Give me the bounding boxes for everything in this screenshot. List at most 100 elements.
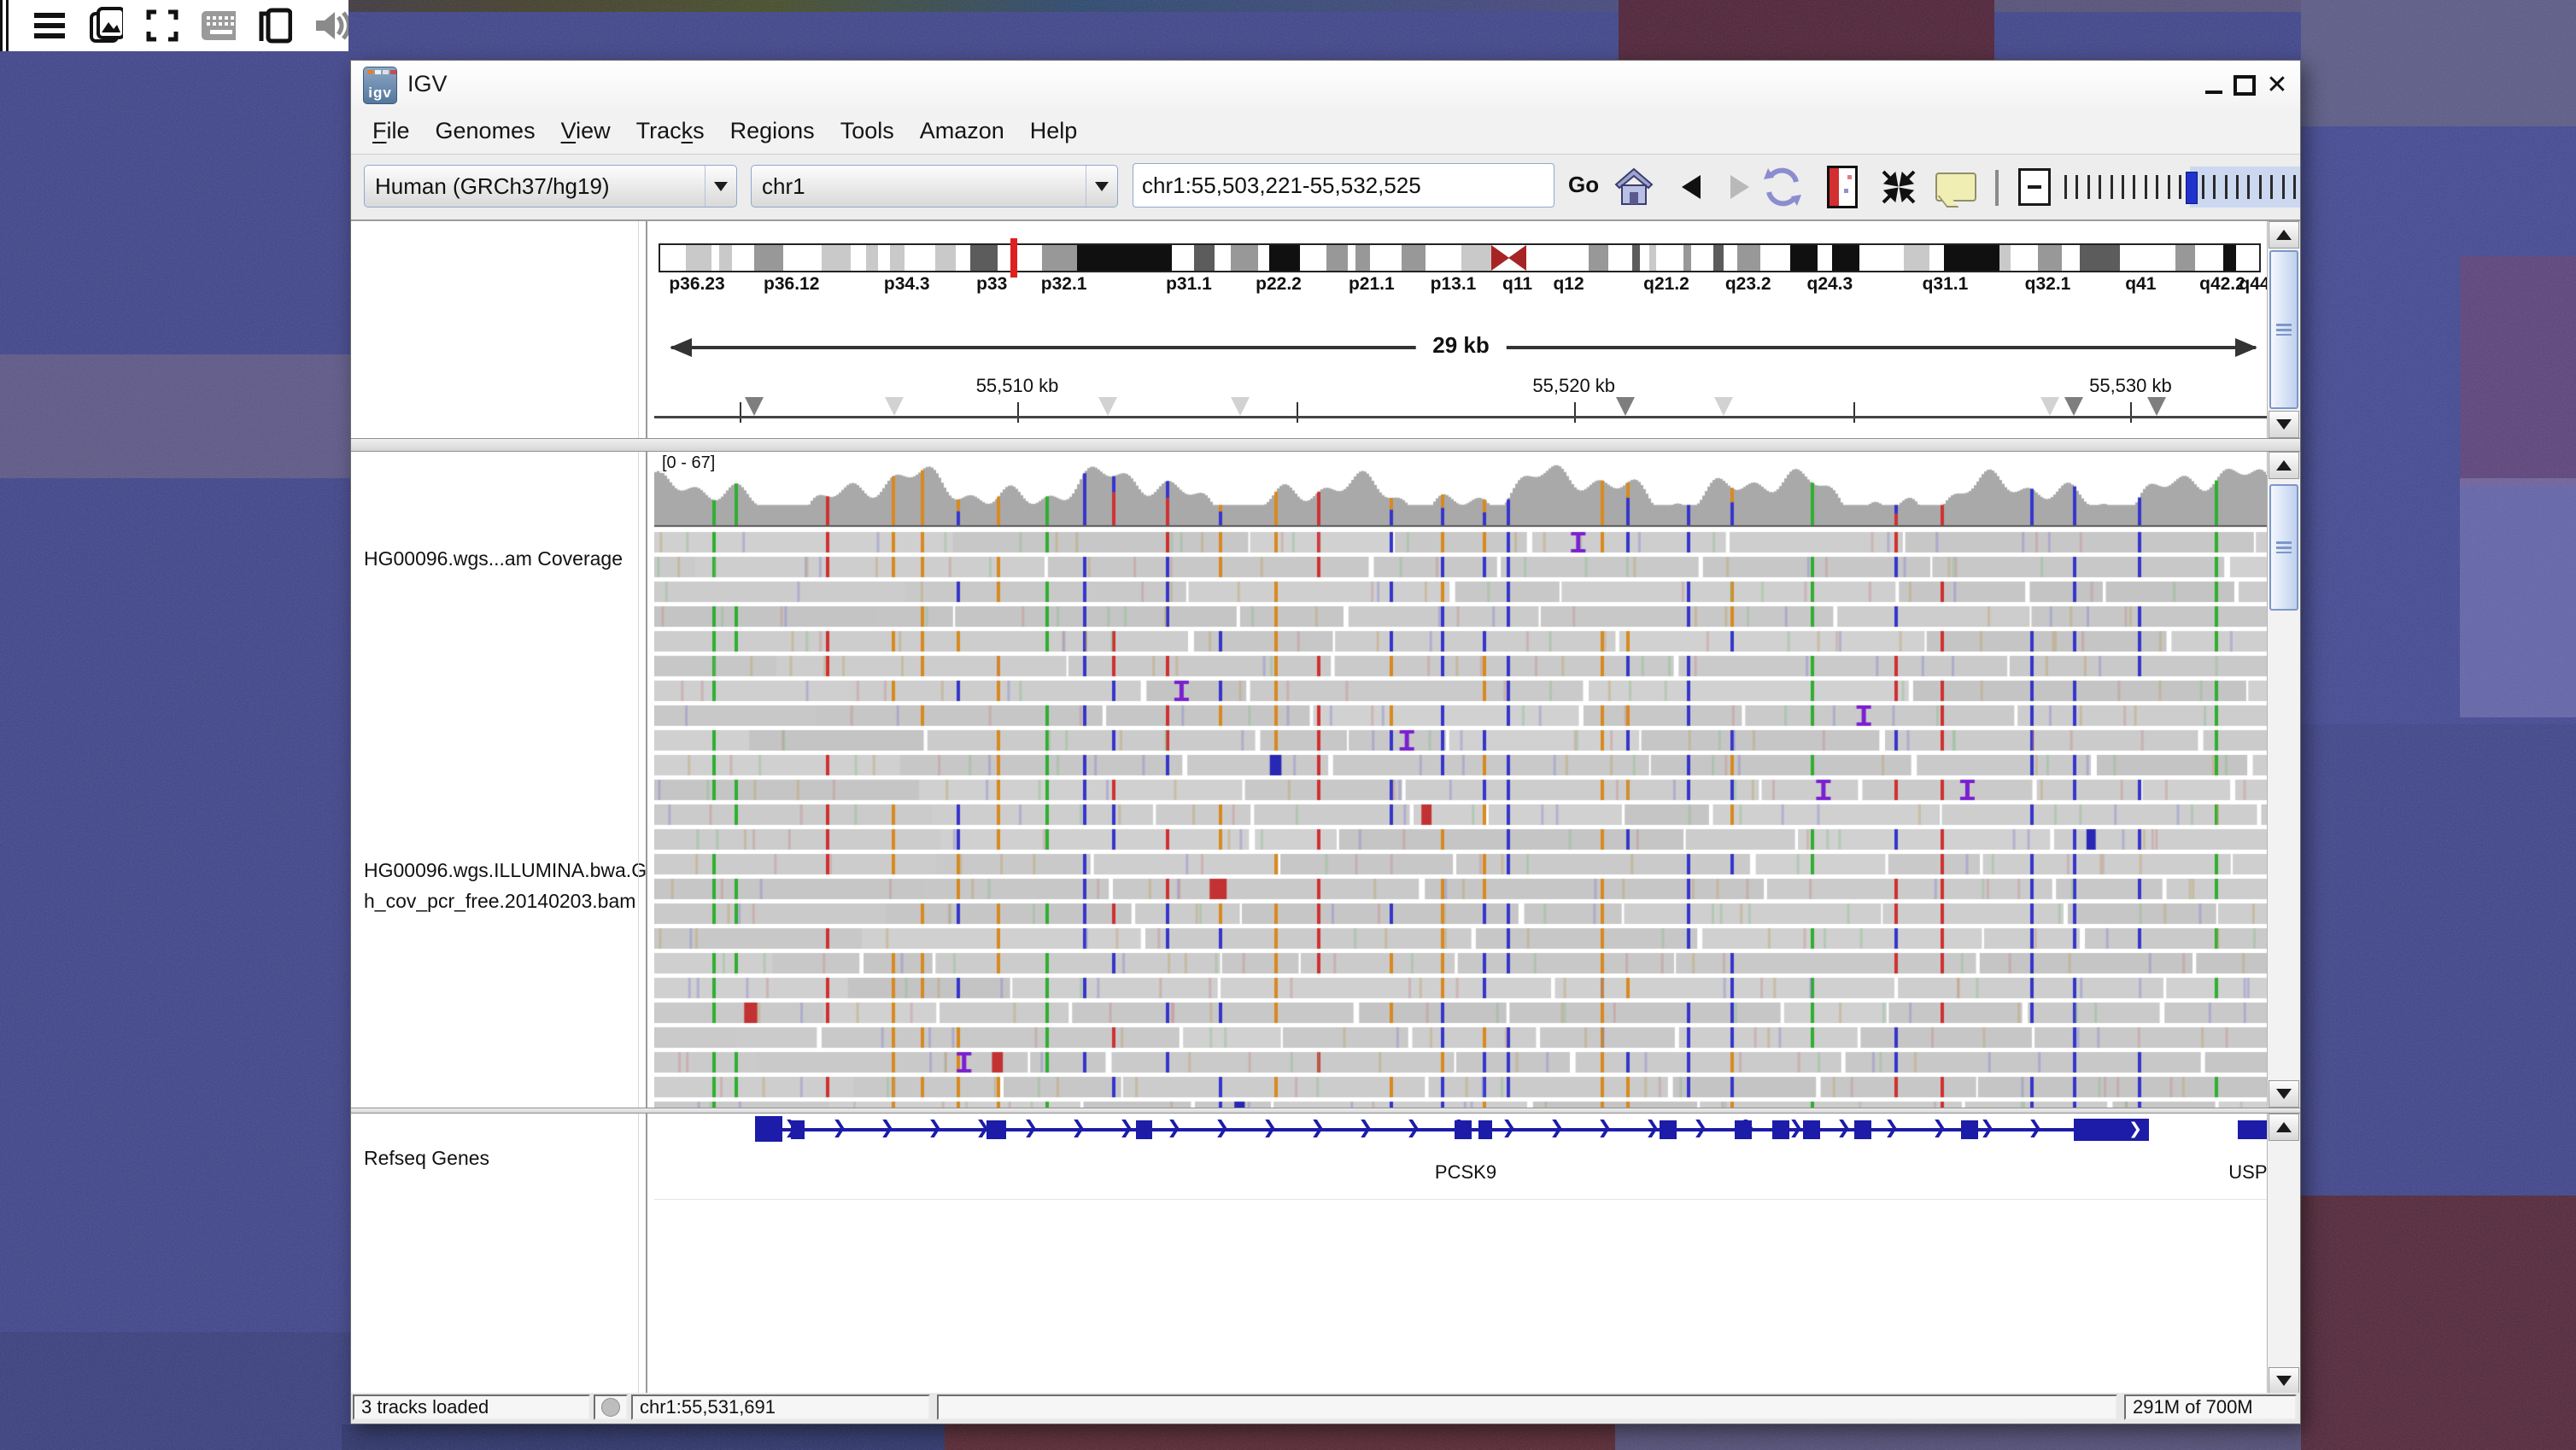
menu-icon[interactable]	[32, 9, 67, 43]
exon[interactable]	[1803, 1120, 1820, 1139]
desktop-patch	[342, 1424, 945, 1450]
tooltip-icon[interactable]	[1935, 167, 1976, 208]
alignment-panel-data[interactable]: [0 - 67]	[654, 452, 2268, 1108]
panel-divider[interactable]	[646, 221, 647, 438]
scroll-up-icon[interactable]	[2269, 1114, 2299, 1141]
title-bar[interactable]: igv IGV ✕	[351, 61, 2300, 109]
exon[interactable]	[1854, 1120, 1871, 1139]
zoom-slider[interactable]	[2017, 165, 2300, 209]
strand-arrow-icon: ❯	[2028, 1117, 2043, 1138]
cursor-position-status: chr1:55,531,691	[631, 1394, 930, 1420]
exon[interactable]	[1455, 1120, 1472, 1139]
menu-view[interactable]: View	[548, 118, 624, 144]
band-label-q21.2: q21.2	[1643, 274, 1689, 295]
chromosome-select[interactable]: chr1	[751, 165, 1118, 208]
exon[interactable]	[1961, 1120, 1978, 1139]
exon[interactable]: ❯	[2074, 1119, 2149, 1141]
home-icon[interactable]	[1613, 167, 1654, 208]
zoom-slider-thumb[interactable]	[2186, 172, 2198, 204]
panel-divider[interactable]	[646, 1114, 647, 1394]
minimize-button[interactable]	[2201, 73, 2227, 98]
go-button[interactable]: Go	[1568, 172, 1599, 198]
scroll-up-icon[interactable]	[2269, 452, 2299, 479]
scroll-down-icon[interactable]	[2269, 411, 2299, 438]
memory-status: 291M of 700M	[2124, 1394, 2297, 1420]
alignment-pileup[interactable]	[654, 452, 2268, 1108]
desktop-top-strip	[0, 0, 2576, 12]
panel-divider[interactable]	[646, 452, 647, 1108]
ruler-marker-icon	[1714, 397, 1733, 416]
genome-select[interactable]: Human (GRCh37/hg19)	[364, 165, 737, 208]
band-label-q12: q12	[1553, 274, 1584, 295]
band-label-p36.12: p36.12	[764, 274, 819, 295]
menu-tracks[interactable]: Tracks	[624, 118, 717, 144]
exon[interactable]	[791, 1120, 805, 1139]
refresh-icon[interactable]	[1762, 167, 1803, 208]
scroll-down-icon[interactable]	[2269, 1080, 2299, 1108]
locus-panel-name-column	[351, 221, 637, 438]
exon[interactable]	[1735, 1120, 1752, 1139]
panel-splitter[interactable]	[351, 438, 2300, 452]
strand-arrow-icon: ❯	[1980, 1117, 1995, 1138]
feature-panel-names: Refseq Genes	[351, 1114, 637, 1394]
status-bar: 3 tracks loaded chr1:55,531,691 291M of …	[351, 1393, 2300, 1424]
keyboard-icon[interactable]	[202, 9, 236, 43]
region-of-interest-icon[interactable]	[1822, 167, 1863, 208]
band-label-q44: q44	[2239, 274, 2268, 295]
exon[interactable]	[1660, 1120, 1677, 1139]
coverage-track-name[interactable]: HG00096.wgs...am Coverage	[364, 547, 623, 570]
scrollbar[interactable]	[2267, 452, 2300, 1108]
scrollbar-thumb[interactable]	[2269, 250, 2298, 409]
gene-label-PCSK9[interactable]: PCSK9	[1435, 1161, 1496, 1184]
scroll-down-icon[interactable]	[2269, 1367, 2299, 1394]
ruler-marker-icon	[1098, 397, 1117, 416]
menu-amazon[interactable]: Amazon	[907, 118, 1017, 144]
scrollbar-thumb[interactable]	[2269, 484, 2298, 611]
strand-arrow-icon: ❯	[1406, 1117, 1421, 1138]
menu-regions[interactable]: Regions	[717, 118, 828, 144]
exon[interactable]	[755, 1116, 782, 1142]
screenshot-icon[interactable]	[89, 9, 123, 43]
gene-label-USP2[interactable]: USP2	[2228, 1161, 2268, 1184]
refseq-gene-track[interactable]: ❯❯❯❯❯❯❯❯❯❯❯❯❯❯❯❯❯❯❯❯❯❯❯❯❯❯❯❯❯PCSK9USP2	[654, 1114, 2268, 1199]
clipboard-icon[interactable]	[258, 9, 292, 43]
gene-track-name[interactable]: Refseq Genes	[364, 1147, 489, 1170]
chevron-down-icon[interactable]	[705, 166, 736, 207]
menu-file[interactable]: File	[360, 118, 423, 144]
fit-to-window-icon[interactable]	[1878, 167, 1919, 208]
scrollbar[interactable]	[2267, 221, 2300, 438]
chevron-down-icon[interactable]	[1086, 166, 1117, 207]
alignment-panel: HG00096.wgs...am Coverage HG00096.wgs.IL…	[351, 452, 2300, 1108]
exon[interactable]	[986, 1120, 1006, 1139]
back-icon[interactable]	[1671, 167, 1712, 208]
exon[interactable]	[1478, 1120, 1492, 1139]
alignment-track-name-line1[interactable]: HG00096.wgs.ILLUMINA.bwa.G	[364, 859, 647, 882]
scroll-up-icon[interactable]	[2269, 221, 2299, 248]
exon[interactable]	[1136, 1120, 1152, 1139]
exon[interactable]	[2238, 1120, 2268, 1139]
chromosome-ideogram[interactable]	[659, 243, 2261, 272]
exon[interactable]	[1772, 1120, 1789, 1139]
maximize-button[interactable]	[2232, 73, 2257, 98]
desktop-patch	[1615, 1424, 2301, 1450]
locus-input[interactable]	[1133, 163, 1554, 208]
drag-handle-icon[interactable]	[0, 0, 10, 51]
scrollbar[interactable]	[2267, 1114, 2300, 1394]
strand-arrow-icon: ❯	[1549, 1117, 1565, 1138]
ruler-tick-label: 55,520 kb	[1532, 375, 1615, 397]
close-button[interactable]: ✕	[2264, 73, 2290, 98]
ruler-marker-icon	[2040, 397, 2059, 416]
zoom-out-icon[interactable]	[2018, 168, 2051, 206]
locus-panel-data[interactable]: p36.23p36.12p34.3p33p32.1p31.1p22.2p21.1…	[654, 221, 2268, 438]
menu-genomes[interactable]: Genomes	[423, 118, 548, 144]
audio-icon[interactable]	[314, 9, 348, 43]
menu-help[interactable]: Help	[1017, 118, 1091, 144]
gene-panel-data[interactable]: ❯❯❯❯❯❯❯❯❯❯❯❯❯❯❯❯❯❯❯❯❯❯❯❯❯❯❯❯❯PCSK9USP2	[654, 1114, 2268, 1394]
fullscreen-icon[interactable]	[145, 9, 179, 43]
alignment-track-name-line2[interactable]: h_cov_pcr_free.20140203.bam	[364, 890, 635, 913]
forward-icon[interactable]	[1719, 167, 1760, 208]
panel-splitter[interactable]	[351, 1108, 2300, 1114]
toolbar-separator	[1995, 170, 1999, 206]
band-label-p33: p33	[976, 274, 1007, 295]
menu-tools[interactable]: Tools	[828, 118, 907, 144]
